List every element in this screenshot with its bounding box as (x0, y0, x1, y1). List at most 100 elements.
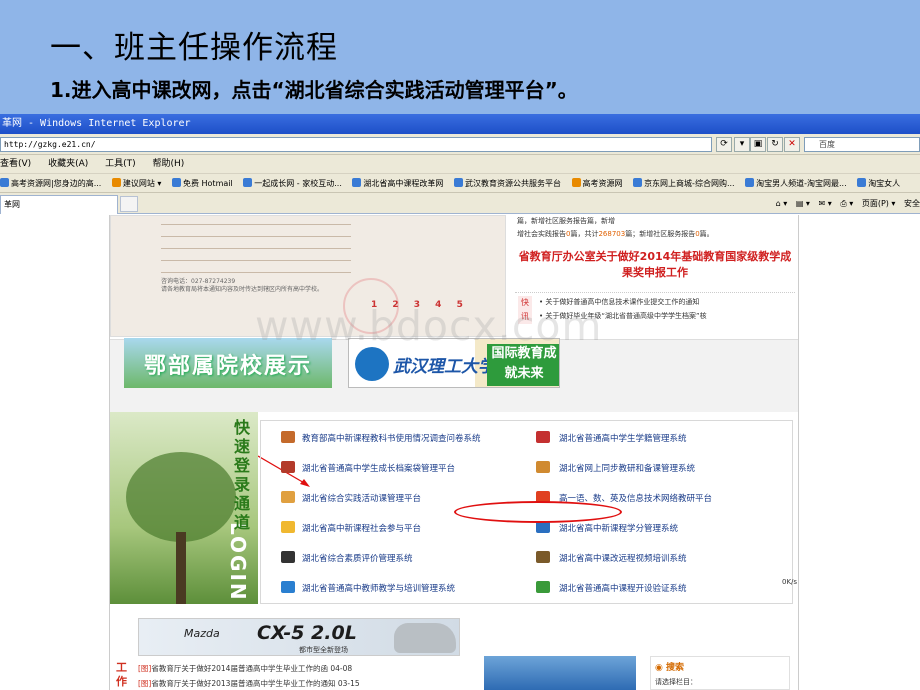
menu-view[interactable]: 查看(V) (0, 159, 31, 169)
home-icon[interactable]: ⌂ ▾ (776, 199, 788, 208)
ad-brand: Mazda (184, 627, 220, 640)
quick-links: 教育部高中新课程教科书使用情况调查问卷系统 湖北省普通高中学生成长档案袋管理平台… (260, 420, 793, 604)
favorite-item[interactable]: 免费 Hotmail (171, 178, 233, 188)
favorite-item[interactable]: 武汉教育资源公共服务平台 (453, 178, 561, 188)
feeds-icon[interactable]: ▤ ▾ (796, 199, 810, 208)
schools-banner-text: 鄂部属院校展示 (144, 354, 313, 379)
favorites-bar: 高考资源网|您身边的高... 建议网站 ▾ 免费 Hotmail 一起成长网 -… (0, 174, 920, 193)
notice-image: 咨询电话：027-87274239 请各地教育局将本通知内容及时传达到辖区内所有… (110, 215, 506, 337)
ad-slogan: 都市型全新登场 (299, 646, 348, 654)
headline-link[interactable]: 省教育厅办公室关于做好2014年基础教育国家级教学成果奖申报工作 (515, 249, 795, 281)
practice-icon (281, 491, 295, 503)
favorite-item[interactable]: 一起成长网 - 家校互动... (243, 178, 342, 188)
table-line (161, 224, 351, 225)
favorite-icon (857, 178, 867, 187)
ad-model: CX-5 2.0L (257, 622, 357, 644)
link-online-research[interactable]: 湖北省网上同步教研和备课管理系统 (559, 462, 695, 474)
favorite-icon (571, 178, 581, 187)
browser-window: 革网 - Windows Internet Explorer http://gz… (0, 114, 920, 690)
notice-tag: 快讯 (518, 296, 532, 324)
link-teacher-training[interactable]: 湖北省普通高中教师教学与培训管理系统 (302, 582, 455, 594)
link-growth-portfolio[interactable]: 湖北省普通高中学生成长档案袋管理平台 (302, 462, 455, 474)
address-bar: http://gzkg.e21.cn/ ⟳ ▾ ▣ ↻ ✕ 百度 (0, 134, 920, 155)
tab-bar: 革网 ⌂ ▾ ▤ ▾ ✉ ▾ ⎙ ▾ 页面(P) ▾ 安全 (0, 193, 920, 214)
table-line (161, 236, 351, 237)
search-hint: 请选择栏目： (655, 678, 697, 686)
favorite-item[interactable]: 高考资源网 (571, 178, 623, 188)
favorite-icon (171, 178, 181, 187)
refresh-icon[interactable]: ↻ (767, 137, 783, 152)
car-ad-banner[interactable]: Mazda CX-5 2.0L 都市型全新登场 (138, 618, 460, 656)
evaluation-icon (281, 551, 295, 563)
tree-image: LOGIN 快速登录通道 (110, 412, 258, 604)
link-evaluation-system[interactable]: 湖北省综合素质评价管理系统 (302, 552, 413, 564)
university-logo (355, 347, 389, 381)
go-icon[interactable]: ⟳ (716, 137, 732, 152)
link-survey-system[interactable]: 教育部高中新课程教科书使用情况调查问卷系统 (302, 432, 481, 444)
stats-line: 篇，新增社区服务报告篇，新增 (517, 217, 615, 225)
favorite-item[interactable]: 淘宝男人频道-淘宝网最... (745, 178, 847, 188)
notice-link[interactable]: • 关于做好毕业年级“湖北省普通高级中学学生档案”核 (539, 311, 707, 321)
print-icon[interactable]: ⎙ ▾ (840, 199, 853, 208)
stop-icon[interactable]: ✕ (784, 137, 800, 152)
pager[interactable]: 1 2 3 4 5 (371, 300, 469, 310)
course-icon (536, 581, 550, 593)
website: 咨询电话：027-87274239 请各地教育局将本通知内容及时传达到辖区内所有… (109, 215, 799, 690)
compat-icon[interactable]: ▣ (750, 137, 766, 152)
page-menu[interactable]: 页面(P) ▾ (862, 199, 896, 208)
menu-favorites[interactable]: 收藏夹(A) (48, 159, 88, 169)
schools-banner[interactable]: 鄂部属院校展示 (124, 338, 332, 388)
link-credit-system[interactable]: 湖北省高中新课程学分管理系统 (559, 522, 678, 534)
news-item[interactable]: [图]省教育厅关于做好2014届普通高中学生毕业工作的函 04-08 (138, 663, 352, 674)
notice-link[interactable]: • 关于做好普通高中信息技术课作业提交工作的通知 (539, 297, 699, 307)
university-name: 武汉理工大学 (393, 357, 495, 377)
mail-icon[interactable]: ✉ ▾ (819, 199, 832, 208)
survey-icon (281, 431, 295, 443)
favorite-item[interactable]: 高考资源网|您身边的高... (0, 178, 101, 188)
research-icon (536, 461, 550, 473)
speed-indicator: 0K/s (782, 578, 798, 586)
favorite-icon (453, 178, 463, 187)
favorite-icon (111, 178, 121, 187)
registry-icon (536, 431, 550, 443)
news-image[interactable] (484, 656, 636, 690)
new-tab-button[interactable] (120, 196, 138, 212)
link-practice-platform[interactable]: 湖北省综合实践活动课管理平台 (302, 492, 421, 504)
address-input[interactable]: http://gzkg.e21.cn/ (0, 137, 712, 152)
page-content: 咨询电话：027-87274239 请各地教育局将本通知内容及时传达到辖区内所有… (0, 215, 920, 690)
news-item[interactable]: [图]省教育厅关于做好2013届普通高中学生毕业工作的通知 03-15 (138, 678, 360, 689)
dropdown-icon[interactable]: ▾ (734, 137, 750, 152)
favorite-item[interactable]: 湖北省高中课程改革网 (352, 178, 443, 188)
search-input[interactable]: 百度 (804, 137, 920, 152)
slide-title: 一、班主任操作流程 (50, 30, 338, 66)
slide-header: 一、班主任操作流程 1.进入高中课改网，点击“湖北省综合实践活动管理平台”。 (0, 0, 920, 113)
favorite-item[interactable]: 建议网站 ▾ (111, 178, 161, 188)
command-bar: ⌂ ▾ ▤ ▾ ✉ ▾ ⎙ ▾ 页面(P) ▾ 安全 (770, 193, 920, 214)
university-banner[interactable]: 武汉理工大学 国际教育成就未来 (348, 338, 560, 388)
highlight-oval (454, 501, 622, 523)
link-society-platform[interactable]: 湖北省高中新课程社会参与平台 (302, 522, 421, 534)
link-student-registry[interactable]: 湖北省普通高中学生学籍管理系统 (559, 432, 687, 444)
favorite-icon (745, 178, 755, 187)
notice-list: 快讯 • 关于做好普通高中信息技术课作业提交工作的通知 • 关于做好毕业年级“湖… (515, 292, 795, 332)
society-icon (281, 521, 295, 533)
menu-tools[interactable]: 工具(T) (105, 159, 136, 169)
search-title: ◉ 搜索 (655, 663, 685, 673)
tree-crown (126, 452, 236, 542)
news-tag: 工作 (116, 661, 127, 688)
safety-menu[interactable]: 安全 (904, 199, 920, 208)
link-course-verify[interactable]: 湖北省普通高中课程开设验证系统 (559, 582, 687, 594)
slide-subtitle: 1.进入高中课改网，点击“湖北省综合实践活动管理平台”。 (50, 78, 578, 102)
menu-bar: 查看(V) 收藏夹(A) 工具(T) 帮助(H) (0, 155, 920, 174)
car-image (394, 623, 456, 653)
favorite-item[interactable]: 淘宝女人 (857, 178, 900, 188)
tree-trunk (176, 532, 186, 604)
favorite-item[interactable]: 京东网上商城-综合网购... (633, 178, 735, 188)
university-slogan: 国际教育成就未来 (487, 344, 559, 386)
site-search-box: ◉ 搜索 请选择栏目： (650, 656, 790, 690)
favorite-icon (633, 178, 643, 187)
link-video-training[interactable]: 湖北省高中课改远程视频培训系统 (559, 552, 687, 564)
tab-current[interactable]: 革网 (0, 195, 118, 214)
quick-login-label: 快速登录通道 (233, 418, 250, 532)
menu-help[interactable]: 帮助(H) (153, 159, 185, 169)
